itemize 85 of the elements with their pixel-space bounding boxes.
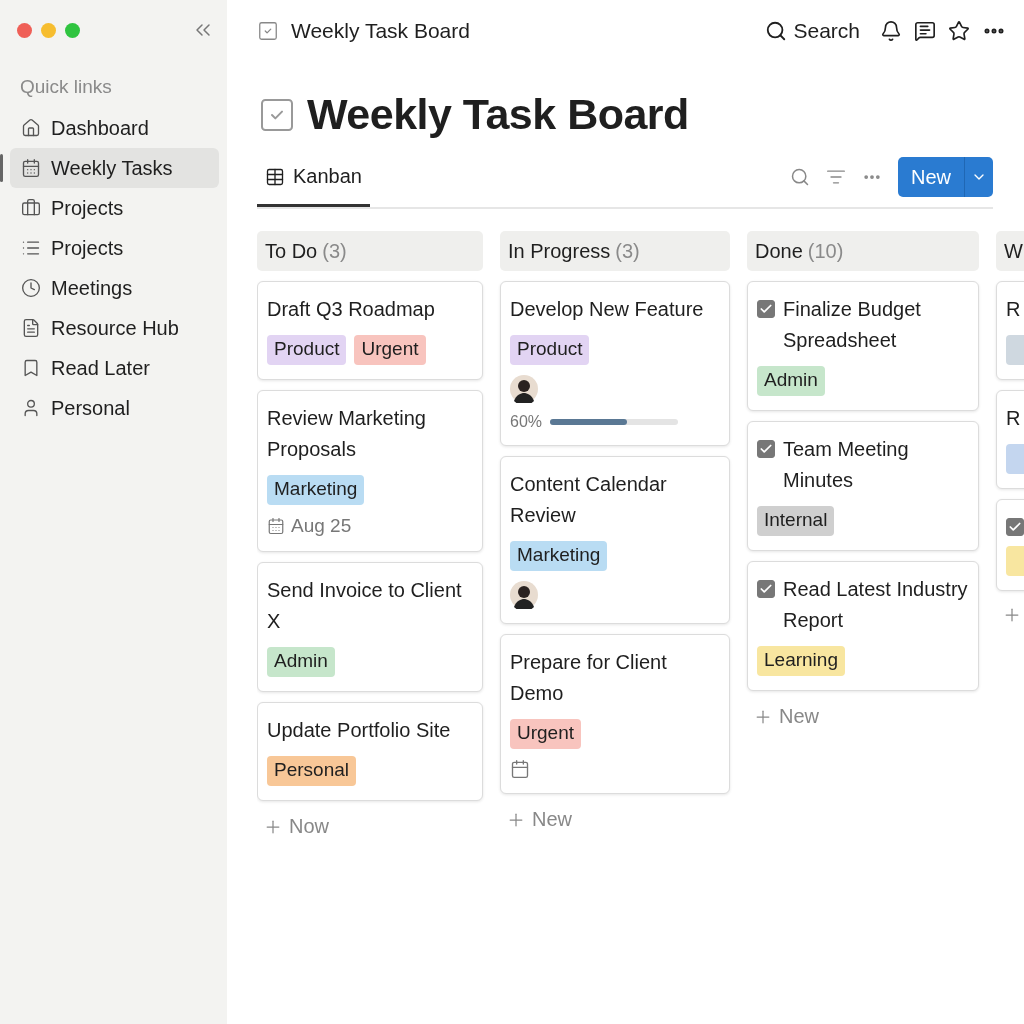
due-date: Aug 25 — [291, 515, 352, 537]
checkbox-icon — [257, 20, 279, 42]
sidebar-item[interactable]: Weekly Tasks — [10, 148, 219, 188]
check-icon — [1008, 520, 1022, 534]
calendar-icon — [21, 158, 41, 178]
task-card[interactable]: Review Marketing Proposals Marketing Aug 25 — [257, 390, 483, 552]
card-title: Update Portfolio Site — [267, 718, 451, 743]
task-card[interactable]: Prepare for Client Demo Urgent — [500, 634, 730, 794]
calendar-icon — [267, 517, 285, 535]
sidebar-item[interactable]: Dashboard — [10, 108, 219, 148]
breadcrumb[interactable]: Weekly Task Board — [291, 19, 470, 43]
new-button[interactable]: New — [898, 157, 993, 197]
sidebar-item[interactable]: Projects — [10, 188, 219, 228]
task-card[interactable]: Finalize Budget Spreadsheet Admin — [747, 281, 979, 411]
tag: Personal — [267, 756, 356, 786]
check-icon — [759, 302, 773, 316]
checkbox[interactable] — [757, 580, 775, 598]
task-card[interactable]: Update Portfolio Site Personal — [257, 702, 483, 801]
bell-icon[interactable] — [880, 20, 902, 42]
search-icon[interactable] — [790, 167, 810, 187]
sidebar-item[interactable]: Read Later — [10, 348, 219, 388]
task-card[interactable]: Team Meeting Minutes Internal — [747, 421, 979, 551]
column-title: W — [1004, 239, 1023, 263]
add-card-button[interactable]: Now — [257, 811, 483, 842]
column-title: Done — [755, 239, 803, 263]
column-title: To Do — [265, 239, 318, 263]
star-icon[interactable] — [948, 20, 970, 42]
tag: Admin — [267, 647, 335, 677]
tag: Product — [267, 335, 347, 365]
briefcase-icon — [21, 198, 41, 218]
task-card[interactable]: R — [996, 281, 1024, 380]
column-count: (3) — [615, 239, 640, 263]
add-card-button[interactable]: New — [747, 701, 979, 732]
task-card[interactable]: Draft Q3 Roadmap Product Urgent — [257, 281, 483, 380]
card-title: Prepare for Client Demo — [510, 650, 668, 706]
add-card-button[interactable]: New — [500, 804, 730, 835]
checkbox[interactable] — [1006, 518, 1024, 536]
card-title: R — [1006, 297, 1021, 322]
card-title: R — [1006, 406, 1021, 431]
tag: Marketing — [267, 475, 365, 505]
tag: Admin — [757, 366, 825, 396]
sidebar-item[interactable]: Resource Hub — [10, 308, 219, 348]
search-button[interactable]: Search — [765, 19, 860, 43]
tag: Learning — [757, 646, 845, 676]
selection-indicator — [0, 154, 3, 182]
close-button[interactable] — [17, 22, 32, 38]
tag: Urgent — [510, 719, 582, 749]
task-card[interactable]: Develop New Feature Product 60% — [500, 281, 730, 446]
card-title: Finalize Budget Spreadsheet — [783, 297, 922, 353]
document-icon — [21, 318, 41, 338]
table-icon — [265, 166, 285, 187]
home-icon — [21, 118, 41, 138]
section-title: Quick links — [20, 76, 113, 98]
sidebar-item[interactable]: Meetings — [10, 268, 219, 308]
column-count: (10) — [807, 239, 844, 263]
task-card[interactable]: Read Latest Industry Report Learning — [747, 561, 979, 691]
column-count: (3) — [322, 239, 347, 263]
checkbox[interactable] — [757, 300, 775, 318]
task-card[interactable]: R — [996, 390, 1024, 489]
card-title: Review Marketing Proposals — [267, 406, 427, 462]
page-title: Weekly Task Board — [307, 90, 689, 139]
card-title: Content Calendar Review — [510, 472, 668, 528]
tag: Urgent — [354, 335, 426, 365]
card-title: Read Latest Industry Report — [783, 577, 969, 633]
view-tab[interactable]: Kanban — [257, 149, 370, 207]
card-title: Send Invoice to Client X — [267, 578, 463, 634]
card-title: Team Meeting Minutes — [783, 437, 910, 493]
task-card[interactable]: Send Invoice to Client X Admin — [257, 562, 483, 692]
tag: Product — [510, 335, 590, 365]
checkbox[interactable] — [757, 440, 775, 458]
check-icon — [759, 442, 773, 456]
comment-icon[interactable] — [914, 20, 936, 42]
task-card[interactable]: Content Calendar Review Marketing — [500, 456, 730, 624]
tag: Marketing — [510, 541, 608, 571]
check-icon — [759, 582, 773, 596]
progress-text: 60% — [510, 413, 543, 431]
column-title: In Progress — [508, 239, 611, 263]
sidebar-item[interactable]: Personal — [10, 388, 219, 428]
card-title: Draft Q3 Roadmap — [267, 297, 435, 322]
tag: Internal — [757, 506, 835, 536]
sidebar-item[interactable]: Projects — [10, 228, 219, 268]
card-title: Develop New Feature — [510, 297, 704, 322]
search-icon — [765, 20, 788, 42]
clock-icon — [21, 278, 41, 298]
task-card[interactable] — [996, 499, 1024, 591]
